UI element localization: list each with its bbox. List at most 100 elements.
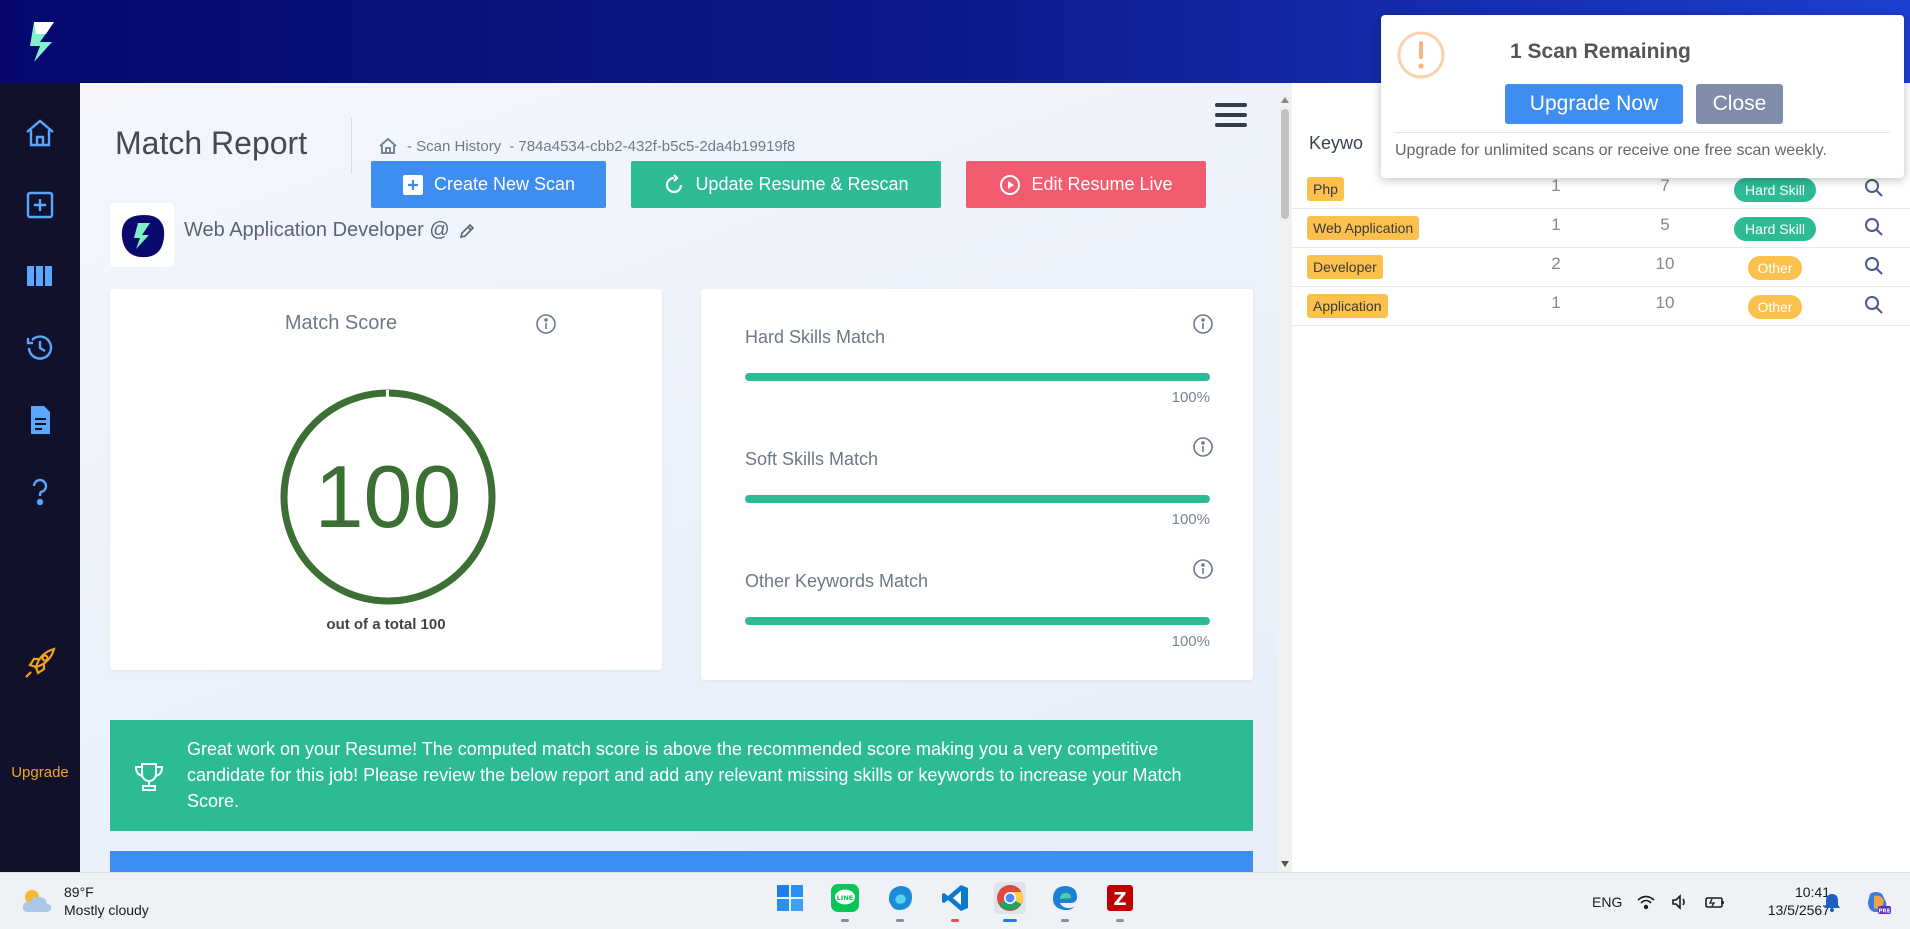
popup-title: 1 Scan Remaining: [1510, 40, 1691, 63]
sidebar-item-home[interactable]: [20, 113, 60, 153]
chrome-icon[interactable]: [994, 882, 1026, 922]
match-report-main: Match Report - Scan History - 784a4534-c…: [80, 83, 1280, 872]
edge-beta-icon[interactable]: [884, 882, 916, 922]
play-icon: [1000, 174, 1021, 195]
copilot-icon[interactable]: PRE: [1864, 888, 1892, 916]
hard-skills-row: Hard Skills Match 100%: [745, 327, 1210, 406]
taskbar-apps: LINE Z: [774, 882, 1136, 922]
rocket-icon: [25, 647, 56, 678]
keyword-tag: Web Application: [1307, 216, 1420, 240]
keyword-type-badge: Other: [1748, 256, 1802, 280]
windows-start-icon[interactable]: [774, 882, 806, 914]
edit-resume-live-button[interactable]: Edit Resume Live: [966, 161, 1206, 208]
match-score-value: 100: [314, 447, 462, 546]
cloudy-weather-icon: [22, 890, 52, 912]
filezilla-icon[interactable]: Z: [1104, 882, 1136, 922]
edit-resume-live-label: Edit Resume Live: [1031, 174, 1173, 194]
home-icon[interactable]: [377, 135, 399, 157]
keyword-tag: Php: [1307, 177, 1344, 201]
upgrade-now-button[interactable]: Upgrade Now: [1505, 84, 1683, 124]
search-icon[interactable]: [1863, 294, 1885, 316]
taskbar: 89°F Mostly cloudy LINE Z ENG 10:41 13/5…: [0, 872, 1910, 929]
pencil-icon[interactable]: [458, 222, 476, 240]
notification-bell-icon[interactable]: [1823, 892, 1841, 912]
other-keywords-label: Other Keywords Match: [745, 571, 929, 591]
info-icon[interactable]: [1192, 558, 1214, 580]
keywords-panel: Keywo Php 1 7 Hard Skill Web Application…: [1292, 83, 1910, 872]
svg-text:PRE: PRE: [1878, 909, 1890, 915]
sidebar-item-upgrade[interactable]: [20, 643, 60, 683]
breadcrumb-scan-history[interactable]: - Scan History: [407, 138, 501, 155]
main-scrollbar[interactable]: [1278, 95, 1292, 870]
sidebar-item-new-scan[interactable]: [20, 185, 60, 225]
sidebar-item-documents[interactable]: [20, 400, 60, 440]
keyword-type-badge: Hard Skill: [1734, 178, 1816, 202]
battery-icon[interactable]: [1704, 892, 1726, 912]
keyword-resume-count: 1: [1551, 176, 1561, 195]
soft-skills-row: Soft Skills Match 100%: [745, 449, 1210, 528]
success-banner: Great work on your Resume! The computed …: [110, 720, 1253, 831]
svg-text:Z: Z: [1113, 889, 1126, 910]
search-icon[interactable]: [1863, 177, 1885, 199]
keyword-row: Application 1 10 Other: [1292, 287, 1910, 326]
company-logo-icon: [121, 215, 165, 258]
job-title: Web Application Developer @: [184, 219, 476, 242]
sidebar-item-help[interactable]: [20, 473, 60, 513]
jobscan-logo[interactable]: [26, 20, 60, 64]
wifi-icon[interactable]: [1636, 892, 1656, 912]
hard-skills-bar-fill: [745, 373, 1210, 381]
home-icon: [26, 119, 54, 147]
breadcrumb: - Scan History - 784a4534-cbb2-432f-b5c5…: [377, 135, 795, 157]
match-score-title: Match Score: [284, 312, 398, 334]
keyword-type-badge: Other: [1748, 295, 1802, 319]
weather-description: Mostly cloudy: [64, 902, 149, 918]
update-resume-rescan-label: Update Resume & Rescan: [695, 174, 909, 194]
info-icon[interactable]: [1192, 436, 1214, 458]
search-icon[interactable]: [1863, 255, 1885, 277]
upgrade-label[interactable]: Upgrade: [0, 764, 80, 781]
scroll-thumb[interactable]: [1281, 109, 1289, 219]
keyword-row: Developer 2 10 Other: [1292, 248, 1910, 287]
scroll-down-arrow[interactable]: [1281, 861, 1289, 867]
weather-widget[interactable]: 89°F Mostly cloudy: [20, 883, 149, 919]
hard-skills-label: Hard Skills Match: [745, 327, 886, 347]
update-resume-rescan-button[interactable]: Update Resume & Rescan: [631, 161, 941, 208]
sidebar-item-history[interactable]: [20, 328, 60, 368]
line-app-icon[interactable]: LINE: [829, 882, 861, 922]
keyword-type-badge: Hard Skill: [1734, 217, 1816, 241]
trophy-icon: [134, 763, 164, 791]
vscode-icon[interactable]: [939, 882, 971, 922]
scroll-up-arrow[interactable]: [1281, 97, 1289, 103]
success-banner-text: Great work on your Resume! The computed …: [187, 739, 1182, 811]
help-icon: [32, 478, 48, 506]
other-keywords-bar: [745, 617, 1210, 625]
add-scan-icon: [26, 191, 54, 219]
create-new-scan-button[interactable]: Create New Scan: [371, 161, 606, 208]
weather-temperature: 89°F: [64, 884, 94, 900]
scan-remaining-popup: 1 Scan Remaining Upgrade Now Close Upgra…: [1381, 15, 1904, 178]
keyword-tag: Application: [1307, 294, 1388, 318]
sidebar-item-board[interactable]: [20, 256, 60, 296]
other-keywords-bar-fill: [745, 617, 1210, 625]
hard-skills-percent: 100%: [1171, 389, 1210, 406]
plus-icon: [402, 174, 423, 195]
search-icon[interactable]: [1863, 216, 1885, 238]
info-icon[interactable]: [1192, 313, 1214, 335]
keyword-resume-count: 1: [1551, 293, 1561, 312]
clock[interactable]: 10:41 13/5/2567: [1740, 883, 1830, 919]
hard-skills-bar: [745, 373, 1210, 381]
menu-icon[interactable]: [1215, 103, 1247, 131]
info-icon[interactable]: [535, 313, 557, 335]
board-icon: [27, 266, 52, 286]
volume-icon[interactable]: [1670, 892, 1690, 912]
clock-time: 10:41: [1794, 884, 1830, 900]
close-button[interactable]: Close: [1696, 84, 1783, 124]
popup-message: Upgrade for unlimited scans or receive o…: [1395, 142, 1827, 159]
soft-skills-bar-fill: [745, 495, 1210, 503]
language-indicator[interactable]: ENG: [1592, 894, 1622, 910]
warning-icon: [1397, 31, 1445, 79]
soft-skills-label: Soft Skills Match: [745, 449, 879, 469]
keyword-resume-count: 1: [1551, 215, 1561, 234]
other-keywords-percent: 100%: [1171, 633, 1210, 650]
edge-icon[interactable]: [1049, 882, 1081, 922]
